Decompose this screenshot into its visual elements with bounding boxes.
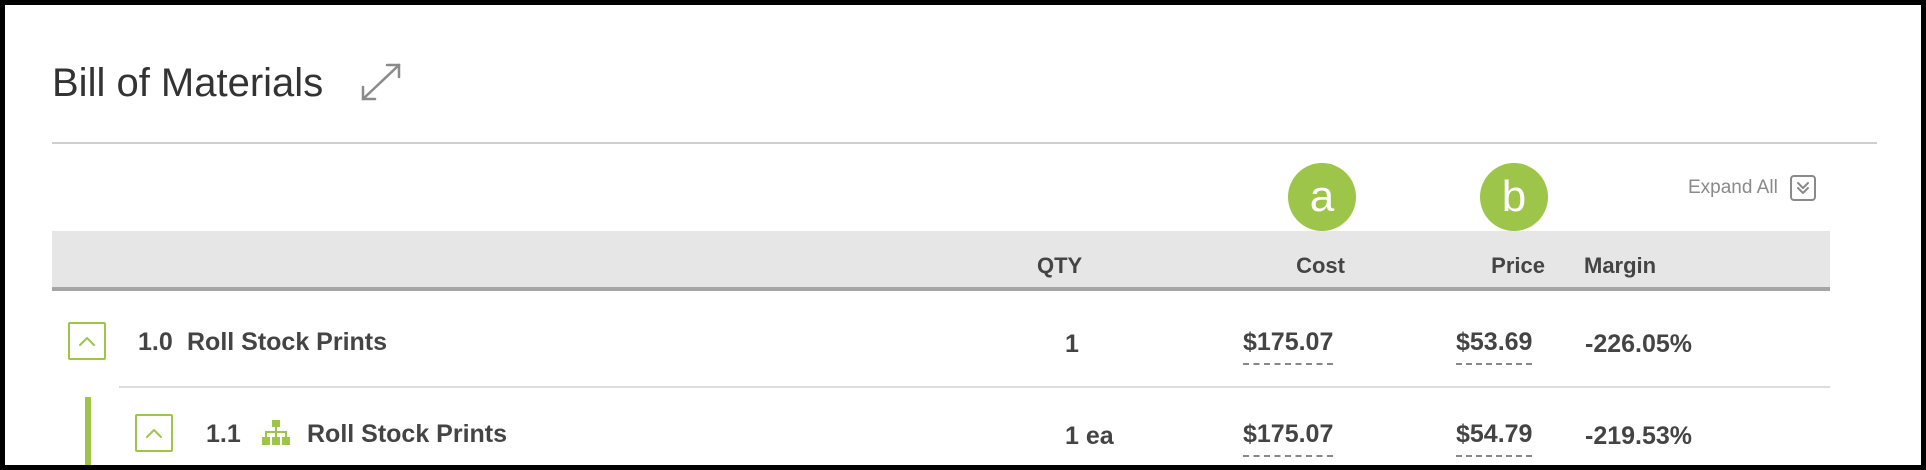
- expand-diagonal-icon[interactable]: [357, 59, 405, 105]
- page-title: Bill of Materials: [52, 61, 324, 105]
- row-number: 1.0: [138, 328, 173, 356]
- row-divider: [119, 386, 1830, 388]
- badge-a: a: [1288, 163, 1356, 231]
- chevron-up-icon: [79, 337, 95, 346]
- badge-b: b: [1480, 163, 1548, 231]
- row-qty: 1 ea: [1065, 422, 1114, 450]
- title-divider: [52, 142, 1877, 144]
- row-number: 1.1: [206, 420, 241, 448]
- row-qty: 1: [1065, 330, 1079, 358]
- header-price: Price: [1491, 253, 1545, 278]
- row-margin: -219.53%: [1585, 422, 1693, 450]
- collapse-toggle-button[interactable]: [68, 322, 106, 360]
- row-price[interactable]: $54.79: [1456, 420, 1533, 457]
- row-margin: -226.05%: [1585, 330, 1693, 358]
- double-chevron-down-icon: [1789, 175, 1816, 201]
- row-name: Roll Stock Prints: [307, 420, 508, 448]
- header-margin: Margin: [1584, 253, 1657, 278]
- bom-panel: Bill of Materials a b Expand All QTY Cos…: [5, 5, 1921, 465]
- row-price[interactable]: $53.69: [1456, 328, 1533, 365]
- row-cost[interactable]: $175.07: [1243, 420, 1334, 457]
- collapse-toggle-button[interactable]: [135, 414, 173, 452]
- row-name: Roll Stock Prints: [187, 328, 388, 356]
- row-cost[interactable]: $175.07: [1243, 328, 1334, 365]
- expand-all-button[interactable]: Expand All: [1688, 175, 1816, 201]
- expand-all-label: Expand All: [1688, 177, 1778, 198]
- header-cost: Cost: [1296, 253, 1345, 278]
- hierarchy-indent-bar: [85, 397, 91, 465]
- chevron-up-icon: [146, 429, 162, 438]
- table-header: QTY Cost Price Margin: [52, 231, 1830, 291]
- header-qty: QTY: [1037, 253, 1083, 278]
- hierarchy-icon: [262, 420, 290, 445]
